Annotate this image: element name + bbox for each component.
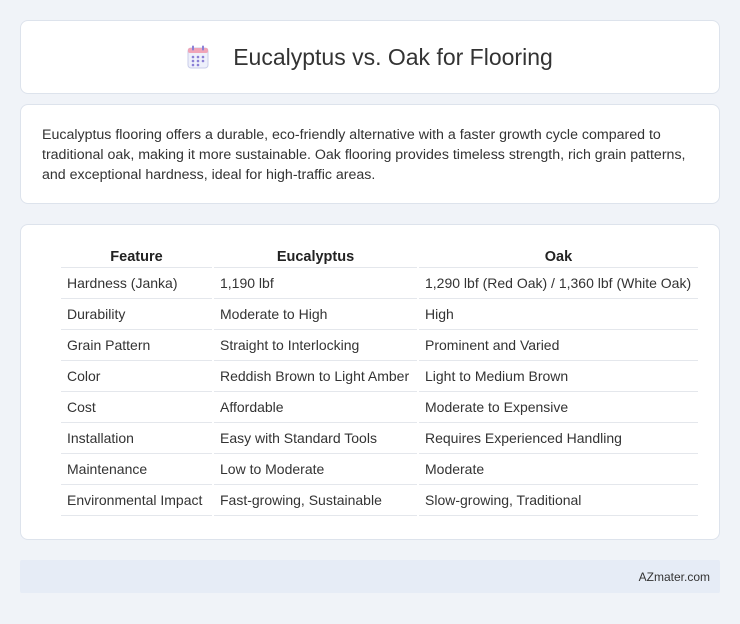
oak-cell: 1,290 lbf (Red Oak) / 1,360 lbf (White O… xyxy=(419,268,698,299)
table-row: Durability Moderate to High High xyxy=(61,299,698,330)
oak-cell: Prominent and Varied xyxy=(419,330,698,361)
table-row: Maintenance Low to Moderate Moderate xyxy=(61,454,698,485)
feature-cell: Environmental Impact xyxy=(61,485,212,516)
table-row: Grain Pattern Straight to Interlocking P… xyxy=(61,330,698,361)
feature-cell: Installation xyxy=(61,423,212,454)
table-row: Environmental Impact Fast-growing, Susta… xyxy=(61,485,698,516)
comparison-table-card: Feature Eucalyptus Oak Hardness (Janka) … xyxy=(20,224,720,540)
oak-cell: Requires Experienced Handling xyxy=(419,423,698,454)
feature-cell: Hardness (Janka) xyxy=(61,268,212,299)
description-card: Eucalyptus flooring offers a durable, ec… xyxy=(20,104,720,204)
page-title: Eucalyptus vs. Oak for Flooring xyxy=(233,43,553,70)
table-row: Cost Affordable Moderate to Expensive xyxy=(61,392,698,423)
feature-cell: Maintenance xyxy=(61,454,212,485)
oak-cell: Light to Medium Brown xyxy=(419,361,698,392)
feature-cell: Cost xyxy=(61,392,212,423)
feature-cell: Grain Pattern xyxy=(61,330,212,361)
eucalyptus-cell: Reddish Brown to Light Amber xyxy=(214,361,417,392)
calendar-icon xyxy=(187,45,209,69)
description-text: Eucalyptus flooring offers a durable, ec… xyxy=(42,127,686,183)
feature-cell: Durability xyxy=(61,299,212,330)
eucalyptus-cell: 1,190 lbf xyxy=(214,268,417,299)
column-header-eucalyptus: Eucalyptus xyxy=(214,246,417,268)
footer-bar: AZmater.com xyxy=(20,560,720,593)
oak-cell: High xyxy=(419,299,698,330)
eucalyptus-cell: Straight to Interlocking xyxy=(214,330,417,361)
oak-cell: Moderate xyxy=(419,454,698,485)
title-card: Eucalyptus vs. Oak for Flooring xyxy=(20,20,720,94)
table-row: Color Reddish Brown to Light Amber Light… xyxy=(61,361,698,392)
table-header-row: Feature Eucalyptus Oak xyxy=(61,246,698,268)
oak-cell: Slow-growing, Traditional xyxy=(419,485,698,516)
comparison-table: Feature Eucalyptus Oak Hardness (Janka) … xyxy=(59,246,700,516)
feature-cell: Color xyxy=(61,361,212,392)
source-credit: AZmater.com xyxy=(638,570,710,584)
eucalyptus-cell: Fast-growing, Sustainable xyxy=(214,485,417,516)
table-row: Installation Easy with Standard Tools Re… xyxy=(61,423,698,454)
eucalyptus-cell: Moderate to High xyxy=(214,299,417,330)
eucalyptus-cell: Affordable xyxy=(214,392,417,423)
column-header-feature: Feature xyxy=(61,246,212,268)
eucalyptus-cell: Easy with Standard Tools xyxy=(214,423,417,454)
eucalyptus-cell: Low to Moderate xyxy=(214,454,417,485)
oak-cell: Moderate to Expensive xyxy=(419,392,698,423)
table-row: Hardness (Janka) 1,190 lbf 1,290 lbf (Re… xyxy=(61,268,698,299)
column-header-oak: Oak xyxy=(419,246,698,268)
